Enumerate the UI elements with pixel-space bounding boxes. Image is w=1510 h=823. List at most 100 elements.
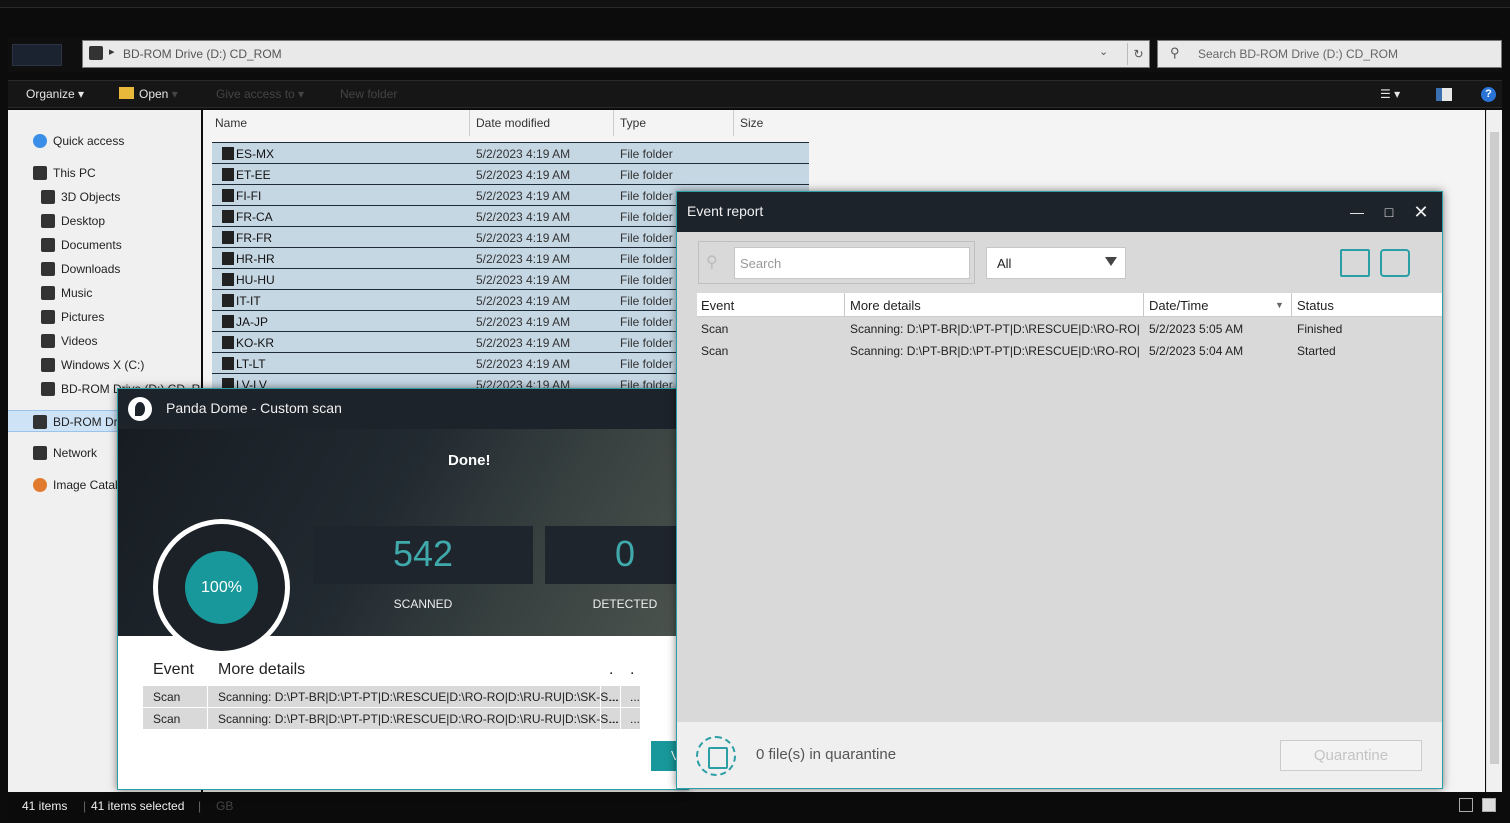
nav-item-label: Music bbox=[61, 286, 93, 300]
file-type: File folder bbox=[620, 357, 673, 371]
column-divider[interactable] bbox=[844, 293, 845, 317]
row-status: Finished bbox=[1297, 322, 1343, 336]
new-folder-button[interactable]: New folder bbox=[340, 87, 397, 101]
quarantine-button[interactable]: Quarantine bbox=[1280, 740, 1422, 771]
file-type: File folder bbox=[620, 294, 673, 308]
table-header: Event More details Date/Time ▼ Status bbox=[697, 293, 1442, 317]
file-type: File folder bbox=[620, 273, 673, 287]
scrollbar-thumb[interactable] bbox=[1490, 132, 1499, 764]
search-input[interactable]: ⚲ Search BD-ROM Drive (D:) CD_ROM bbox=[1157, 40, 1502, 68]
give-access-button[interactable]: Give access to ▾ bbox=[216, 87, 304, 101]
table-row[interactable]: Scan Scanning: D:\PT-BR|D:\PT-PT|D:\RESC… bbox=[143, 685, 640, 707]
table-row[interactable]: Scan Scanning: D:\PT-BR|D:\PT-PT|D:\RESC… bbox=[697, 318, 1442, 340]
folder-icon bbox=[222, 210, 234, 223]
scan-summary: Done! 100% 542 0 SCANNED DETECTED bbox=[118, 429, 688, 656]
column-header-event[interactable]: Event bbox=[153, 661, 194, 679]
file-date: 5/2/2023 4:19 AM bbox=[476, 294, 571, 308]
column-divider[interactable] bbox=[1143, 293, 1144, 317]
nav-item[interactable]: Videos bbox=[8, 330, 201, 352]
nav-item[interactable]: Music bbox=[8, 282, 201, 304]
sort-desc-icon[interactable]: ▼ bbox=[1275, 300, 1284, 310]
column-header-datetime[interactable]: Date/Time bbox=[1149, 298, 1208, 313]
nav-item[interactable]: 3D Objects bbox=[8, 186, 201, 208]
event-search-input[interactable]: Search bbox=[734, 247, 970, 279]
column-divider[interactable] bbox=[469, 110, 470, 136]
column-divider[interactable] bbox=[613, 110, 614, 136]
file-date: 5/2/2023 4:19 AM bbox=[476, 147, 571, 161]
chevron-right-icon[interactable]: ▸ bbox=[109, 45, 115, 58]
help-icon[interactable]: ? bbox=[1481, 87, 1496, 102]
panda-title-bar[interactable]: Panda Dome - Custom scan bbox=[118, 389, 688, 429]
row-datetime: 5/2/2023 5:04 AM bbox=[1149, 344, 1244, 358]
file-type: File folder bbox=[620, 189, 673, 203]
organize-button[interactable]: Organize ▾ bbox=[26, 87, 84, 101]
column-divider[interactable] bbox=[733, 110, 734, 136]
open-button[interactable]: Open ▾ bbox=[139, 87, 178, 101]
event-filter-select[interactable]: All bbox=[986, 247, 1126, 279]
file-name: ET-EE bbox=[236, 168, 271, 182]
nav-item[interactable]: Downloads bbox=[8, 258, 201, 280]
nav-item[interactable]: Quick access bbox=[8, 130, 201, 152]
file-row[interactable]: ET-EE 5/2/2023 4:19 AM File folder bbox=[212, 163, 809, 184]
nav-item[interactable]: Desktop bbox=[8, 210, 201, 232]
nav-item[interactable]: Documents bbox=[8, 234, 201, 256]
drive-icon bbox=[41, 358, 55, 372]
search-icon: ⚲ bbox=[1170, 45, 1180, 60]
column-header-extra[interactable]: . bbox=[609, 661, 613, 679]
preview-pane-icon[interactable] bbox=[1436, 88, 1452, 101]
row-extra: ... bbox=[630, 690, 641, 704]
address-text: BD-ROM Drive (D:) CD_ROM bbox=[123, 47, 282, 61]
column-divider bbox=[207, 657, 208, 729]
large-icons-view-icon[interactable] bbox=[1482, 798, 1496, 812]
window-title-bar bbox=[0, 0, 1510, 8]
address-bar[interactable]: ▸ BD-ROM Drive (D:) CD_ROM ⌄ ↻ bbox=[82, 40, 1150, 68]
panda-scan-window: Panda Dome - Custom scan Done! 100% 542 … bbox=[117, 388, 689, 790]
column-header-details[interactable]: More details bbox=[850, 298, 921, 313]
file-date: 5/2/2023 4:19 AM bbox=[476, 252, 571, 266]
vertical-scrollbar[interactable] bbox=[1486, 110, 1502, 792]
file-name: JA-JP bbox=[236, 315, 269, 329]
nav-item[interactable]: This PC bbox=[8, 162, 201, 184]
table-row[interactable]: Scan Scanning: D:\PT-BR|D:\PT-PT|D:\RESC… bbox=[697, 340, 1442, 362]
column-divider[interactable] bbox=[1291, 293, 1292, 317]
column-header-extra[interactable]: . bbox=[630, 661, 634, 679]
details-view-icon[interactable] bbox=[1459, 798, 1473, 812]
column-header-size[interactable]: Size bbox=[740, 116, 763, 130]
table-row[interactable]: Scan Scanning: D:\PT-BR|D:\PT-PT|D:\RESC… bbox=[143, 707, 640, 729]
row-details: Scanning: D:\PT-BR|D:\PT-PT|D:\RESCUE|D:… bbox=[218, 690, 619, 704]
nav-item[interactable]: Pictures bbox=[8, 306, 201, 328]
export-folder-icon[interactable] bbox=[1340, 249, 1370, 277]
row-status: Started bbox=[1297, 344, 1336, 358]
close-icon[interactable]: ✕ bbox=[1411, 202, 1431, 222]
folder-icon bbox=[222, 252, 234, 265]
file-row[interactable]: ES-MX 5/2/2023 4:19 AM File folder bbox=[212, 142, 809, 163]
file-type: File folder bbox=[620, 168, 673, 182]
nav-item-label: Downloads bbox=[61, 262, 121, 276]
selected-count: 41 items selected bbox=[91, 799, 185, 813]
column-header-name[interactable]: Name bbox=[215, 116, 247, 130]
refresh-icon[interactable]: ↻ bbox=[1127, 43, 1149, 65]
maximize-icon[interactable]: □ bbox=[1379, 202, 1399, 222]
nav-item[interactable]: Windows X (C:) bbox=[8, 354, 201, 376]
file-date: 5/2/2023 4:19 AM bbox=[476, 231, 571, 245]
column-header-date[interactable]: Date modified bbox=[476, 116, 550, 130]
column-header-status[interactable]: Status bbox=[1297, 298, 1334, 313]
chevron-down-icon[interactable]: ⌄ bbox=[1099, 45, 1108, 58]
minimize-icon[interactable]: — bbox=[1347, 202, 1367, 222]
view-options-icon[interactable]: ☰ ▾ bbox=[1380, 87, 1400, 101]
column-header-type[interactable]: Type bbox=[620, 116, 646, 130]
column-header-details[interactable]: More details bbox=[218, 661, 305, 679]
item-count: 41 items bbox=[22, 799, 68, 813]
column-header-event[interactable]: Event bbox=[701, 298, 734, 313]
file-date: 5/2/2023 4:19 AM bbox=[476, 168, 571, 182]
nav-item-label: Quick access bbox=[53, 134, 125, 148]
row-details: Scanning: D:\PT-BR|D:\PT-PT|D:\RESCUE|D:… bbox=[850, 322, 1140, 336]
column-divider bbox=[600, 657, 601, 729]
event-report-title-bar[interactable]: Event report — □ ✕ bbox=[677, 192, 1442, 232]
nav-item-label: Pictures bbox=[61, 310, 105, 324]
file-name: HU-HU bbox=[236, 273, 275, 287]
print-icon[interactable] bbox=[1380, 249, 1410, 277]
file-name: ES-MX bbox=[236, 147, 275, 161]
caret-down-icon bbox=[1105, 257, 1117, 266]
file-date: 5/2/2023 4:19 AM bbox=[476, 315, 571, 329]
